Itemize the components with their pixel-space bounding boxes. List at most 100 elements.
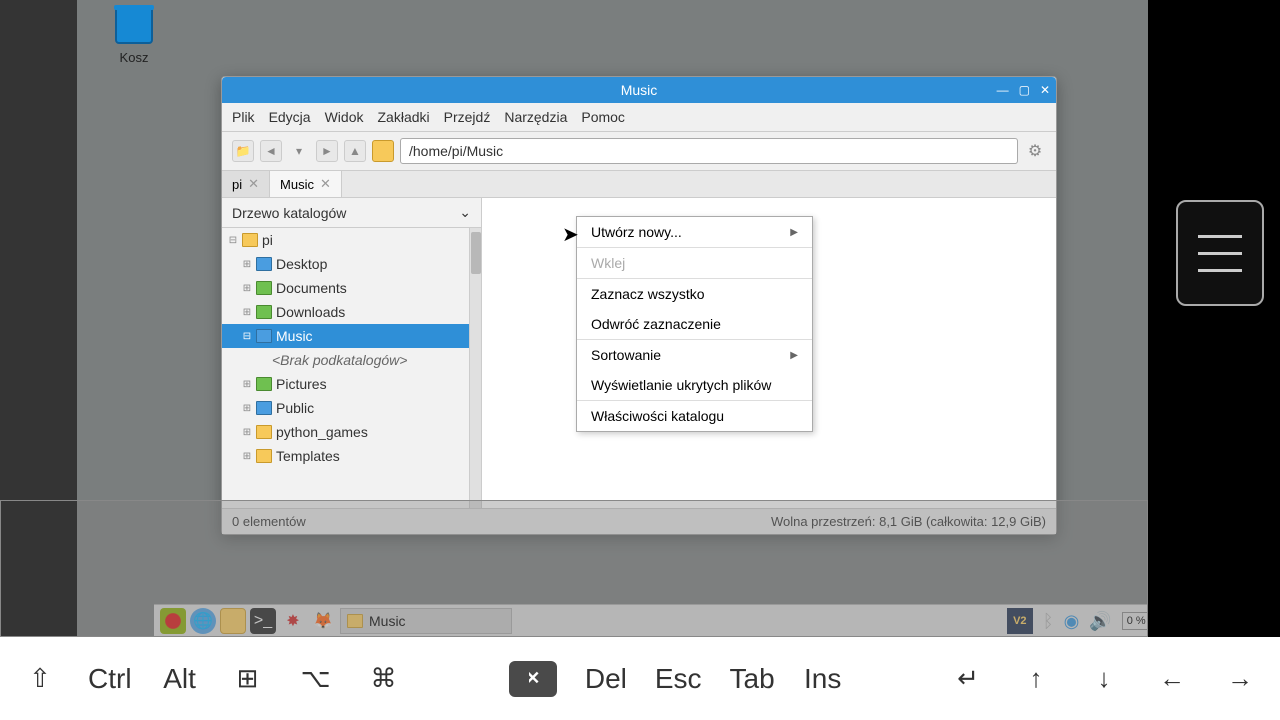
- menu-bookmarks[interactable]: Zakładki: [378, 109, 430, 125]
- folder-icon: [256, 377, 272, 391]
- tab-pi[interactable]: pi✕: [222, 171, 270, 197]
- ctx-folder-properties[interactable]: Właściwości katalogu: [577, 401, 812, 431]
- vkey-arrow-right[interactable]: →: [1220, 663, 1260, 694]
- start-menu-button[interactable]: [160, 608, 186, 634]
- vkey-cmd[interactable]: ⌘: [364, 663, 404, 694]
- ctx-sort[interactable]: Sortowanie▶: [577, 340, 812, 370]
- tree-scrollbar[interactable]: [469, 228, 481, 508]
- trash-icon: [115, 8, 153, 44]
- side-panel-header[interactable]: Drzewo katalogów ⌄: [222, 198, 481, 228]
- close-button[interactable]: ✕: [1040, 83, 1050, 97]
- tree-item-pictures[interactable]: ⊞Pictures: [222, 372, 481, 396]
- ctx-create-new[interactable]: Utwórz nowy...▶: [577, 217, 812, 247]
- submenu-arrow-icon: ▶: [790, 227, 798, 238]
- app-launcher-2[interactable]: 🦊: [310, 608, 336, 634]
- vkey-arrow-left[interactable]: ←: [1152, 663, 1192, 694]
- tree-item-python-games[interactable]: ⊞python_games: [222, 420, 481, 444]
- folder-icon: [256, 449, 272, 463]
- vkey-ins[interactable]: Ins: [803, 663, 843, 695]
- file-manager-launcher[interactable]: [220, 608, 246, 634]
- vkey-arrow-up[interactable]: ↑: [1016, 663, 1056, 694]
- folder-icon: [256, 401, 272, 415]
- ctx-show-hidden[interactable]: Wyświetlanie ukrytych plików: [577, 370, 812, 400]
- back-button[interactable]: ◄: [260, 140, 282, 162]
- ctx-select-all[interactable]: Zaznacz wszystko: [577, 279, 812, 309]
- settings-icon[interactable]: ⚙: [1024, 140, 1046, 162]
- tree-root-pi[interactable]: ⊟pi: [222, 228, 481, 252]
- menu-go[interactable]: Przejdź: [444, 109, 491, 125]
- tree-no-subfolders: <Brak podkatalogów>: [222, 348, 481, 372]
- up-button[interactable]: ▲: [344, 140, 366, 162]
- tree-item-downloads[interactable]: ⊞Downloads: [222, 300, 481, 324]
- vkey-del[interactable]: Del: [585, 663, 627, 695]
- folder-icon: [256, 281, 272, 295]
- minimize-button[interactable]: —: [997, 83, 1009, 97]
- folder-icon: [347, 614, 363, 628]
- tab-music[interactable]: Music✕: [270, 171, 342, 197]
- terminal-launcher[interactable]: >_: [250, 608, 276, 634]
- tree-item-templates[interactable]: ⊞Templates: [222, 444, 481, 468]
- taskbar-task-music[interactable]: Music: [340, 608, 512, 634]
- folder-icon: [256, 425, 272, 439]
- tray-volume-icon[interactable]: 🔊: [1089, 611, 1111, 632]
- tree-item-public[interactable]: ⊞Public: [222, 396, 481, 420]
- close-tab-icon[interactable]: ✕: [320, 176, 331, 192]
- status-free-space: Wolna przestrzeń: 8,1 GiB (całkowita: 12…: [771, 514, 1046, 529]
- vkey-option[interactable]: ⌥: [296, 663, 336, 694]
- folder-icon: [256, 257, 272, 271]
- ctx-paste: Wklej: [577, 248, 812, 278]
- window-title: Music: [621, 82, 658, 98]
- new-tab-button[interactable]: 📁: [232, 140, 254, 162]
- forward-button[interactable]: ►: [316, 140, 338, 162]
- folder-icon: [256, 305, 272, 319]
- chevron-down-icon[interactable]: ⌄: [459, 204, 471, 221]
- desktop-trash[interactable]: Kosz: [104, 8, 164, 65]
- folder-content-area[interactable]: ➤ Utwórz nowy...▶ Wklej Zaznacz wszystko…: [482, 198, 1056, 508]
- history-dropdown[interactable]: ▾: [288, 140, 310, 162]
- tray-vnc-icon[interactable]: V2: [1007, 608, 1033, 634]
- menu-edit[interactable]: Edycja: [269, 109, 311, 125]
- status-items-count: 0 elementów: [232, 514, 306, 529]
- address-bar[interactable]: [400, 138, 1018, 164]
- vkey-arrow-down[interactable]: ↓: [1084, 663, 1124, 694]
- app-launcher-1[interactable]: ✸: [280, 608, 306, 634]
- tray-battery[interactable]: 0 %: [1122, 612, 1151, 630]
- titlebar[interactable]: Music — ▢ ✕: [222, 77, 1056, 103]
- menubar: Plik Edycja Widok Zakładki Przejdź Narzę…: [222, 103, 1056, 132]
- vkey-ctrl[interactable]: Ctrl: [88, 663, 132, 695]
- virtual-keyboard-bar: ⇧ Ctrl Alt ⊞ ⌥ ⌘ ✕ Del Esc Tab Ins ↵ ↑ ↓…: [0, 637, 1280, 720]
- tray-wifi-icon[interactable]: ◉: [1064, 611, 1080, 632]
- scrollbar-thumb[interactable]: [471, 232, 481, 274]
- menu-tools[interactable]: Narzędzia: [504, 109, 567, 125]
- browser-launcher[interactable]: 🌐: [190, 608, 216, 634]
- vkey-shift[interactable]: ⇧: [20, 663, 60, 694]
- home-button[interactable]: [372, 140, 394, 162]
- tree-item-documents[interactable]: ⊞Documents: [222, 276, 481, 300]
- directory-tree: ⊟pi ⊞Desktop ⊞Documents ⊞Downloads ⊟Musi…: [222, 228, 481, 508]
- folder-icon: [256, 329, 272, 343]
- ctx-invert-selection[interactable]: Odwróć zaznaczenie: [577, 309, 812, 339]
- tree-item-music[interactable]: ⊟Music: [222, 324, 481, 348]
- vnc-overlay-left: [0, 0, 77, 500]
- menu-help[interactable]: Pomoc: [581, 109, 625, 125]
- tray-bluetooth-icon[interactable]: ᛒ: [1043, 611, 1054, 632]
- context-menu: Utwórz nowy...▶ Wklej Zaznacz wszystko O…: [576, 216, 813, 432]
- maximize-button[interactable]: ▢: [1019, 83, 1030, 97]
- menu-view[interactable]: Widok: [325, 109, 364, 125]
- vkey-esc[interactable]: Esc: [655, 663, 702, 695]
- file-manager-window: Music — ▢ ✕ Plik Edycja Widok Zakładki P…: [221, 76, 1057, 535]
- vnc-menu-button[interactable]: [1176, 200, 1264, 306]
- vkey-enter[interactable]: ↵: [948, 663, 988, 694]
- menu-file[interactable]: Plik: [232, 109, 255, 125]
- close-tab-icon[interactable]: ✕: [248, 176, 259, 192]
- vkey-alt[interactable]: Alt: [160, 663, 200, 695]
- tabs: pi✕ Music✕: [222, 171, 1056, 198]
- home-folder-icon: [242, 233, 258, 247]
- tree-item-desktop[interactable]: ⊞Desktop: [222, 252, 481, 276]
- black-margin-right: [1148, 0, 1280, 637]
- vkey-backspace[interactable]: ✕: [509, 661, 557, 697]
- vkey-tab[interactable]: Tab: [730, 663, 775, 695]
- vkey-win[interactable]: ⊞: [228, 663, 268, 694]
- statusbar: 0 elementów Wolna przestrzeń: 8,1 GiB (c…: [222, 508, 1056, 534]
- toolbar: 📁 ◄ ▾ ► ▲ ⚙: [222, 132, 1056, 171]
